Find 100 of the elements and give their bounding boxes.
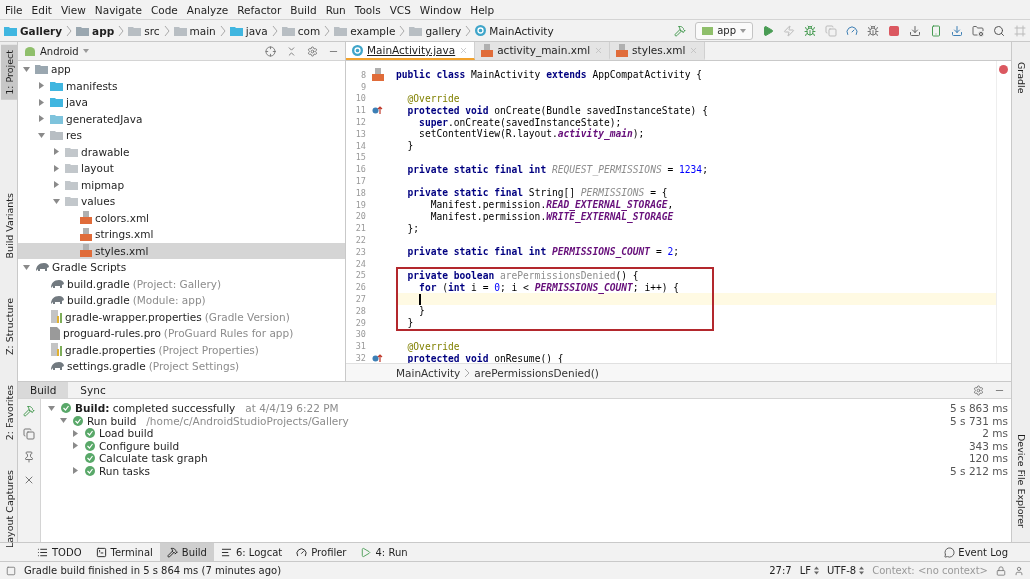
hammer-icon[interactable]: [23, 405, 35, 417]
breadcrumb-item[interactable]: Gallery: [4, 24, 63, 37]
breadcrumb-item[interactable]: MainActivity: [475, 24, 554, 37]
run-icon[interactable]: [762, 24, 774, 37]
menu-item[interactable]: Run: [325, 3, 346, 16]
tool-window-tab[interactable]: 2: Favorites: [0, 380, 17, 446]
triangle-right-icon[interactable]: [71, 467, 79, 475]
menu-item[interactable]: Help: [470, 3, 495, 16]
tool-window-button[interactable]: 6: Logcat: [213, 543, 290, 561]
up-down-arrows-icon[interactable]: [859, 566, 865, 575]
tree-item[interactable]: values: [18, 193, 345, 210]
panel-toggle-icon[interactable]: [6, 565, 16, 576]
triangle-down-icon[interactable]: [22, 65, 30, 73]
tree-item[interactable]: gradle.properties (Project Properties): [18, 341, 345, 358]
caret-icon[interactable]: [82, 49, 89, 53]
profiler-icon[interactable]: [846, 24, 858, 37]
line-separator[interactable]: LF: [799, 565, 812, 576]
menu-item[interactable]: Edit: [31, 3, 52, 16]
menu-item[interactable]: Build: [290, 3, 317, 16]
lock-icon[interactable]: [996, 565, 1006, 576]
triangle-right-icon[interactable]: [52, 181, 60, 189]
triangle-right-icon[interactable]: [71, 429, 79, 437]
tree-item[interactable]: gradle-wrapper.properties (Gradle Version): [18, 308, 345, 325]
locate-icon[interactable]: [265, 45, 276, 57]
breadcrumb-item[interactable]: main: [173, 24, 216, 37]
editor-tab[interactable]: styles.xml: [610, 42, 706, 60]
build-tree-row[interactable]: Configure build 343 ms: [41, 439, 1008, 452]
menu-item[interactable]: Tools: [354, 3, 381, 16]
triangle-right-icon[interactable]: [52, 148, 60, 156]
breadcrumb-item[interactable]: src: [128, 24, 160, 37]
triangle-right-icon[interactable]: [52, 164, 60, 172]
tree-item[interactable]: mipmap: [18, 176, 345, 193]
tree-item[interactable]: proguard-rules.pro (ProGuard Rules for app): [18, 325, 345, 342]
triangle-right-icon[interactable]: [37, 82, 45, 90]
tree-item[interactable]: colors.xml: [18, 209, 345, 226]
up-down-arrows-icon[interactable]: [814, 566, 820, 575]
settings-icon[interactable]: [973, 384, 984, 396]
triangle-right-icon[interactable]: [37, 98, 45, 106]
editor-tab[interactable]: MainActivity.java: [346, 42, 476, 60]
triangle-down-icon[interactable]: [52, 197, 60, 205]
file-encoding[interactable]: UTF-8: [827, 565, 857, 576]
tool-window-button[interactable]: TODO: [30, 543, 89, 561]
tool-window-tab[interactable]: Z: Structure: [0, 293, 17, 361]
build-tree-row[interactable]: Run tasks 5 s 212 ms: [41, 464, 1008, 477]
event-log-button[interactable]: Event Log: [944, 546, 1008, 558]
code-breadcrumb[interactable]: arePermissionsDenied(): [474, 366, 599, 379]
build-tree-row[interactable]: Load build 2 ms: [41, 427, 1008, 440]
build-tree-row[interactable]: Build: completed successfully at 4/4/19 6:22 PM 5 s 863 ms: [41, 402, 1008, 415]
debug-icon[interactable]: [804, 24, 816, 37]
close-icon[interactable]: [23, 474, 35, 486]
breadcrumb-item[interactable]: example: [334, 24, 396, 37]
triangle-down-icon[interactable]: [59, 417, 67, 425]
build-tree-row[interactable]: Run build /home/c/AndroidStudioProjects/Gallery 5 s 731 ms: [41, 414, 1008, 427]
menu-item[interactable]: Refactor: [237, 3, 282, 16]
collapse-all-icon[interactable]: [286, 45, 297, 57]
tree-item[interactable]: build.gradle (Module: app): [18, 292, 345, 309]
menu-item[interactable]: Analyze: [186, 3, 229, 16]
triangle-down-icon[interactable]: [37, 131, 45, 139]
tree-item[interactable]: manifests: [18, 77, 345, 94]
tree-item[interactable]: build.gradle (Project: Gallery): [18, 275, 345, 292]
tree-item[interactable]: styles.xml: [18, 242, 345, 259]
tool-window-button[interactable]: 4: Run: [353, 543, 415, 561]
menu-item[interactable]: Navigate: [94, 3, 142, 16]
cursor-position[interactable]: 27:7: [769, 565, 792, 576]
hammer-icon[interactable]: [674, 24, 687, 37]
device-manager-icon[interactable]: [930, 24, 942, 37]
tool-window-tab[interactable]: Layout Captures: [0, 465, 17, 554]
project-view-selector[interactable]: Android: [40, 45, 79, 57]
code-breadcrumb[interactable]: MainActivity: [396, 366, 461, 379]
stop-icon[interactable]: [888, 24, 900, 37]
tree-item[interactable]: strings.xml: [18, 226, 345, 243]
triangle-right-icon[interactable]: [71, 442, 79, 450]
triangle-down-icon[interactable]: [47, 404, 55, 412]
tool-window-button[interactable]: Profiler: [289, 543, 354, 561]
run-configuration-dropdown[interactable]: app: [695, 21, 753, 40]
user-icon[interactable]: [1014, 565, 1024, 576]
tool-window-tab[interactable]: 1: Project: [0, 45, 17, 100]
tree-item[interactable]: drawable: [18, 143, 345, 160]
project-structure-icon[interactable]: [972, 24, 984, 37]
breadcrumb-item[interactable]: java: [229, 24, 268, 37]
menu-item[interactable]: VCS: [389, 3, 411, 16]
breadcrumb-item[interactable]: gallery: [409, 24, 462, 37]
settings-icon[interactable]: [307, 45, 318, 57]
copy-icon[interactable]: [23, 428, 35, 440]
build-tree-row[interactable]: Calculate task graph 120 ms: [41, 452, 1008, 465]
bug-icon[interactable]: [867, 24, 879, 37]
tree-item[interactable]: res: [18, 127, 345, 144]
tree-item[interactable]: layout: [18, 160, 345, 177]
tree-item[interactable]: generatedJava: [18, 110, 345, 127]
pin-icon[interactable]: [23, 451, 35, 463]
editor-tab[interactable]: activity_main.xml: [475, 42, 611, 60]
tool-window-button[interactable]: Build: [159, 543, 214, 561]
search-icon[interactable]: [993, 24, 1005, 37]
tree-item[interactable]: settings.gradle (Project Settings): [18, 358, 345, 375]
tree-item[interactable]: java: [18, 94, 345, 111]
tool-window-button[interactable]: Terminal: [88, 543, 160, 561]
breadcrumb-item[interactable]: com: [281, 24, 321, 37]
panel-tab[interactable]: Sync: [68, 382, 118, 398]
tool-window-tab[interactable]: Build Variants: [0, 187, 17, 264]
menu-item[interactable]: Code: [150, 3, 178, 16]
